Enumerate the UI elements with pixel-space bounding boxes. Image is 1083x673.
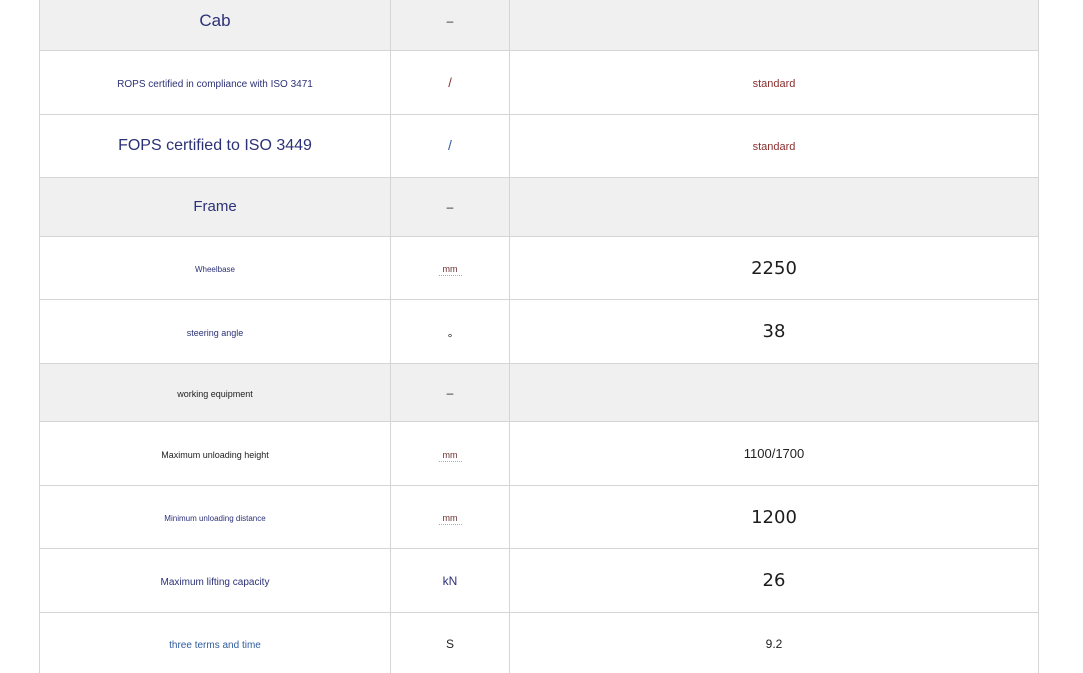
row-value: 1100/1700 — [509, 421, 1039, 486]
table-row: Maximum lifting capacity kN 26 — [39, 548, 1039, 613]
value-label: 38 — [762, 321, 786, 342]
value-label: 9.2 — [765, 637, 783, 651]
row-unit: – — [390, 0, 510, 51]
unit-label: S — [445, 637, 454, 651]
unit-label: – — [446, 385, 454, 400]
row-unit: S — [390, 612, 510, 673]
row-label: three terms and time — [39, 612, 391, 673]
row-value: 1200 — [509, 485, 1039, 549]
unit-label: / — [448, 74, 452, 90]
spec-label: Wheelbase — [194, 265, 236, 274]
unit-label: mm — [438, 449, 462, 462]
section-title: Cab — [199, 10, 231, 30]
row-value: standard — [509, 114, 1039, 178]
row-unit: – — [390, 177, 510, 237]
table-row: FOPS certified to ISO 3449 / standard — [39, 114, 1039, 178]
row-unit: / — [390, 114, 510, 178]
row-value: 2250 — [509, 236, 1039, 300]
row-label: Cab — [39, 0, 391, 51]
value-label: standard — [752, 77, 796, 90]
row-unit: – — [390, 363, 510, 422]
row-label: Minimum unloading distance — [39, 485, 391, 549]
unit-label: – — [446, 200, 454, 214]
row-value: 26 — [509, 548, 1039, 613]
value-label: standard — [752, 141, 796, 153]
spec-label: Minimum unloading distance — [164, 514, 266, 523]
section-row-frame: Frame – — [39, 177, 1039, 237]
row-unit: kN — [390, 548, 510, 613]
spec-label: three terms and time — [169, 640, 261, 651]
row-value — [509, 363, 1039, 422]
row-unit: mm — [390, 236, 510, 300]
spec-label: Maximum unloading height — [161, 449, 269, 460]
section-title: working equipment — [177, 388, 253, 399]
spec-label: Maximum lifting capacity — [160, 576, 270, 588]
row-label: ROPS certified in compliance with ISO 34… — [39, 50, 391, 115]
value-label: 26 — [762, 570, 786, 591]
unit-label: / — [448, 137, 452, 153]
row-label: Frame — [39, 177, 391, 237]
row-value: 9.2 — [509, 612, 1039, 673]
row-label: working equipment — [39, 363, 391, 422]
table-row: steering angle ° 38 — [39, 299, 1039, 364]
unit-label: kN — [442, 573, 458, 588]
table-row: Minimum unloading distance mm 1200 — [39, 485, 1039, 549]
table-row: ROPS certified in compliance with ISO 34… — [39, 50, 1039, 115]
row-label: steering angle — [39, 299, 391, 364]
section-title: Frame — [193, 198, 237, 215]
value-label: 1100/1700 — [743, 445, 805, 461]
unit-label: mm — [438, 264, 462, 276]
row-label: FOPS certified to ISO 3449 — [39, 114, 391, 178]
row-value: standard — [509, 50, 1039, 115]
table-row: Maximum unloading height mm 1100/1700 — [39, 421, 1039, 486]
spec-label: FOPS certified to ISO 3449 — [118, 137, 312, 154]
value-label: 2250 — [751, 257, 797, 279]
row-label: Wheelbase — [39, 236, 391, 300]
spec-label: steering angle — [186, 327, 244, 338]
row-unit: / — [390, 50, 510, 115]
unit-label: – — [446, 13, 454, 28]
row-label: Maximum lifting capacity — [39, 548, 391, 613]
section-row-working-equipment: working equipment – — [39, 363, 1039, 422]
row-unit: mm — [390, 485, 510, 549]
row-label: Maximum unloading height — [39, 421, 391, 486]
row-value: 38 — [509, 299, 1039, 364]
row-value — [509, 0, 1039, 51]
table-row: Wheelbase mm 2250 — [39, 236, 1039, 300]
unit-label: ° — [447, 330, 453, 345]
value-label: 1200 — [751, 506, 797, 528]
section-row-cab: Cab – — [39, 0, 1039, 51]
row-unit: ° — [390, 299, 510, 364]
spec-label: ROPS certified in compliance with ISO 34… — [117, 78, 313, 90]
table-row: three terms and time S 9.2 — [39, 612, 1039, 673]
specifications-table: Cab – ROPS certified in compliance with … — [39, 0, 1039, 673]
row-unit: mm — [390, 421, 510, 486]
unit-label: mm — [438, 513, 462, 525]
row-value — [509, 177, 1039, 237]
